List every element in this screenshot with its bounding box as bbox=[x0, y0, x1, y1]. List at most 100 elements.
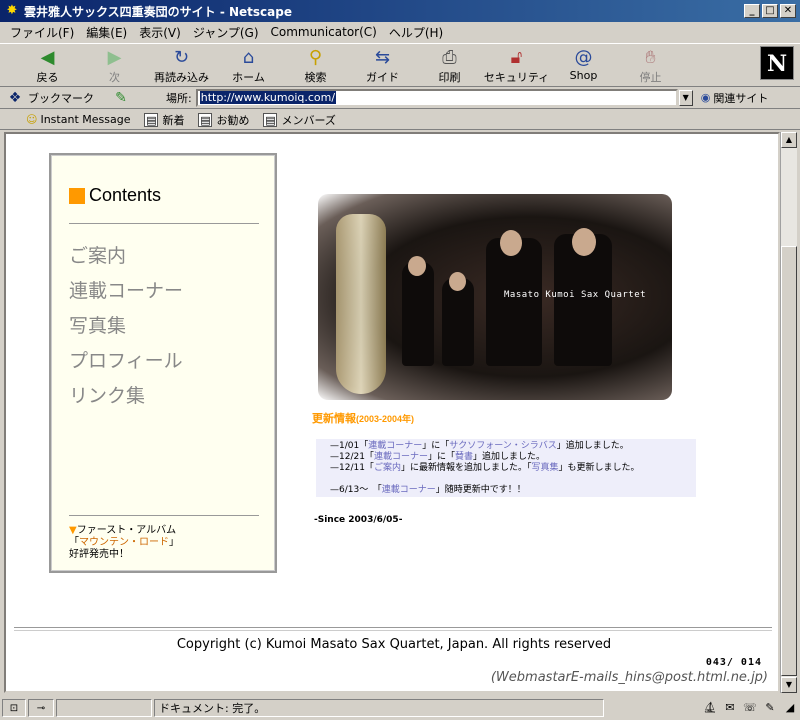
page-proxy-icon[interactable]: ✎ bbox=[112, 90, 130, 106]
menu-help[interactable]: ヘルプ(H) bbox=[383, 24, 449, 41]
news-link[interactable]: 連載コーナー bbox=[368, 441, 422, 451]
page-viewport: Contents ご案内 連載コーナー 写真集 プロフィール リンク集 ▼ファー… bbox=[4, 132, 780, 693]
person-figure bbox=[442, 278, 474, 366]
orange-square-icon bbox=[69, 187, 85, 204]
news-link[interactable]: 賛書 bbox=[455, 452, 473, 462]
nav-series-corner[interactable]: 連載コーナー bbox=[69, 276, 183, 303]
copyright-text: Copyright (c) Kumoi Masato Sax Quartet, … bbox=[176, 637, 612, 652]
album-line3: 好評発売中！ bbox=[69, 549, 129, 560]
guide-button[interactable]: ⇆ ガイド bbox=[349, 44, 416, 86]
navigator-icon[interactable]: ⛵︎ bbox=[702, 701, 718, 715]
person-icon: ☺ bbox=[26, 113, 38, 126]
shop-button[interactable]: @ Shop bbox=[550, 44, 617, 86]
sidebar-divider bbox=[69, 223, 259, 224]
news-title-text: 更新情報 bbox=[312, 413, 356, 425]
stop-button[interactable]: ✋︎ 停止 bbox=[617, 44, 684, 86]
security-lock-indicator[interactable]: ⊡ bbox=[2, 699, 26, 717]
news-text: —6/13〜 「 bbox=[330, 485, 382, 495]
nav-profile[interactable]: プロフィール bbox=[69, 346, 183, 373]
back-arrow-icon: ◀ bbox=[40, 47, 55, 68]
webmaster-email[interactable]: (WebmastarE-mails_hins@post.html.ne.jp) bbox=[491, 670, 768, 685]
members-label: メンバーズ bbox=[281, 113, 336, 127]
reload-icon: ↻ bbox=[173, 47, 190, 68]
print-button[interactable]: ⎙ 印刷 bbox=[416, 44, 483, 86]
news-link[interactable]: ご案内 bbox=[374, 463, 401, 473]
related-sites-button[interactable]: ◉ 関連サイト bbox=[701, 90, 769, 106]
news-link[interactable]: サクソフォーン・シラバス bbox=[449, 441, 556, 451]
maximize-button[interactable]: □ bbox=[762, 4, 778, 18]
album-title-link[interactable]: マウンテン・ロード bbox=[79, 537, 169, 548]
search-button[interactable]: ⚲ 検索 bbox=[282, 44, 349, 86]
members-link[interactable]: ▤ メンバーズ bbox=[263, 112, 336, 128]
nav-photo-album[interactable]: 写真集 bbox=[69, 311, 126, 338]
statusbar: ⊡ ⊸ ドキュメント: 完了。 ⛵︎ ✉ ☏ ✎ ◢ bbox=[0, 696, 800, 720]
related-sites-icon: ◉ bbox=[700, 91, 711, 104]
news-link[interactable]: 連載コーナー bbox=[382, 485, 436, 495]
news-heading: 更新情報(2003-2004年) bbox=[312, 410, 414, 426]
news-link[interactable]: 写真集 bbox=[531, 463, 558, 473]
resize-grip-icon[interactable]: ◢ bbox=[782, 701, 798, 715]
bookmarks-label: ブックマーク bbox=[28, 91, 94, 105]
news-text: —1/01「 bbox=[330, 441, 369, 451]
connection-indicator: ⊸ bbox=[28, 699, 54, 717]
scroll-thumb[interactable] bbox=[781, 246, 797, 676]
person-figure bbox=[486, 238, 542, 366]
menu-edit[interactable]: 編集(E) bbox=[80, 24, 133, 41]
navigation-toolbar: ◀ 戻る ▶ 次 ↻ 再読み込み ⌂ ホーム ⚲ 検索 ⇆ ガイド ⎙ 印刷 🔓… bbox=[0, 43, 800, 87]
lock-icon: 🔓︎ bbox=[510, 47, 523, 68]
saxophone-shape bbox=[336, 214, 386, 394]
forward-button[interactable]: ▶ 次 bbox=[81, 44, 148, 86]
news-text: 」追加しました。 bbox=[472, 452, 545, 462]
nav-links[interactable]: リンク集 bbox=[69, 381, 145, 408]
news-text: 」に「 bbox=[422, 441, 450, 451]
home-button[interactable]: ⌂ ホーム bbox=[215, 44, 282, 86]
news-spacer bbox=[330, 474, 696, 485]
news-text: —12/21「 bbox=[330, 452, 374, 462]
contents-heading: Contents bbox=[69, 185, 161, 206]
mail-icon[interactable]: ✉ bbox=[722, 701, 738, 715]
close-button[interactable]: ✕ bbox=[780, 4, 796, 18]
news-link[interactable]: 連載コーナー bbox=[374, 452, 428, 462]
whats-new-link[interactable]: ▤ 新着 bbox=[144, 112, 184, 128]
vertical-scrollbar[interactable]: ▲ ▼ bbox=[780, 132, 797, 693]
composer-icon[interactable]: ✎ bbox=[762, 701, 778, 715]
location-toolbar: ❖ ブックマーク ✎ 場所: http://www.kumoiq.com/ ▼ … bbox=[0, 87, 800, 109]
reload-button[interactable]: ↻ 再読み込み bbox=[148, 44, 215, 86]
menu-go[interactable]: ジャンプ(G) bbox=[187, 24, 265, 41]
progress-bar bbox=[56, 699, 152, 717]
news-item: —1/01「連載コーナー」に「サクソフォーン・シラバス」追加しました。 bbox=[330, 441, 696, 452]
contents-heading-text: Contents bbox=[89, 185, 162, 205]
album-promo: ▼ファースト・アルバム 「マウンテン・ロード」 好評発売中！ bbox=[69, 525, 179, 561]
menu-file[interactable]: ファイル(F) bbox=[4, 24, 80, 41]
visitor-counter: 043/ 014 bbox=[705, 657, 762, 668]
contents-sidebar: Contents ご案内 連載コーナー 写真集 プロフィール リンク集 ▼ファー… bbox=[49, 153, 277, 573]
instant-message-label: Instant Message bbox=[40, 113, 131, 126]
status-text: ドキュメント: 完了。 bbox=[154, 699, 604, 717]
url-field[interactable]: http://www.kumoiq.com/ bbox=[195, 88, 678, 107]
discussion-icon[interactable]: ☏ bbox=[742, 701, 758, 715]
person-head bbox=[408, 256, 426, 276]
security-label: セキュリティ bbox=[483, 71, 550, 84]
back-button[interactable]: ◀ 戻る bbox=[14, 44, 81, 86]
printer-icon: ⎙ bbox=[442, 47, 457, 68]
menu-view[interactable]: 表示(V) bbox=[133, 24, 187, 41]
minimize-button[interactable]: _ bbox=[744, 4, 760, 18]
triangle-down-icon: ▼ bbox=[69, 525, 77, 536]
personal-toolbar: ☺ Instant Message ▤ 新着 ▤ お勧め ▤ メンバーズ bbox=[0, 110, 800, 130]
url-history-dropdown[interactable]: ▼ bbox=[678, 89, 693, 106]
album-line1: ファースト・アルバム bbox=[76, 525, 177, 536]
bookmarks-button[interactable]: ❖ ブックマーク ✎ bbox=[6, 90, 166, 106]
scroll-down-button[interactable]: ▼ bbox=[781, 677, 797, 693]
url-text: http://www.kumoiq.com/ bbox=[199, 91, 337, 104]
nav-guide[interactable]: ご案内 bbox=[69, 241, 126, 268]
window-title: 雲井雅人サックス四重奏団のサイト - Netscape bbox=[24, 4, 292, 19]
news-text: 」随時更新中です！！ bbox=[435, 485, 526, 495]
instant-message-link[interactable]: ☺ Instant Message bbox=[26, 113, 130, 126]
home-icon: ⌂ bbox=[242, 47, 255, 68]
security-button[interactable]: 🔓︎ セキュリティ bbox=[483, 44, 550, 86]
menu-communicator[interactable]: Communicator(C) bbox=[265, 25, 383, 39]
recommended-link[interactable]: ▤ お勧め bbox=[198, 112, 249, 128]
scroll-up-button[interactable]: ▲ bbox=[781, 132, 797, 148]
since-date: -Since 2003/6/05- bbox=[314, 515, 403, 525]
window-titlebar: ✸ 雲井雅人サックス四重奏団のサイト - Netscape _ □ ✕ bbox=[0, 0, 800, 22]
